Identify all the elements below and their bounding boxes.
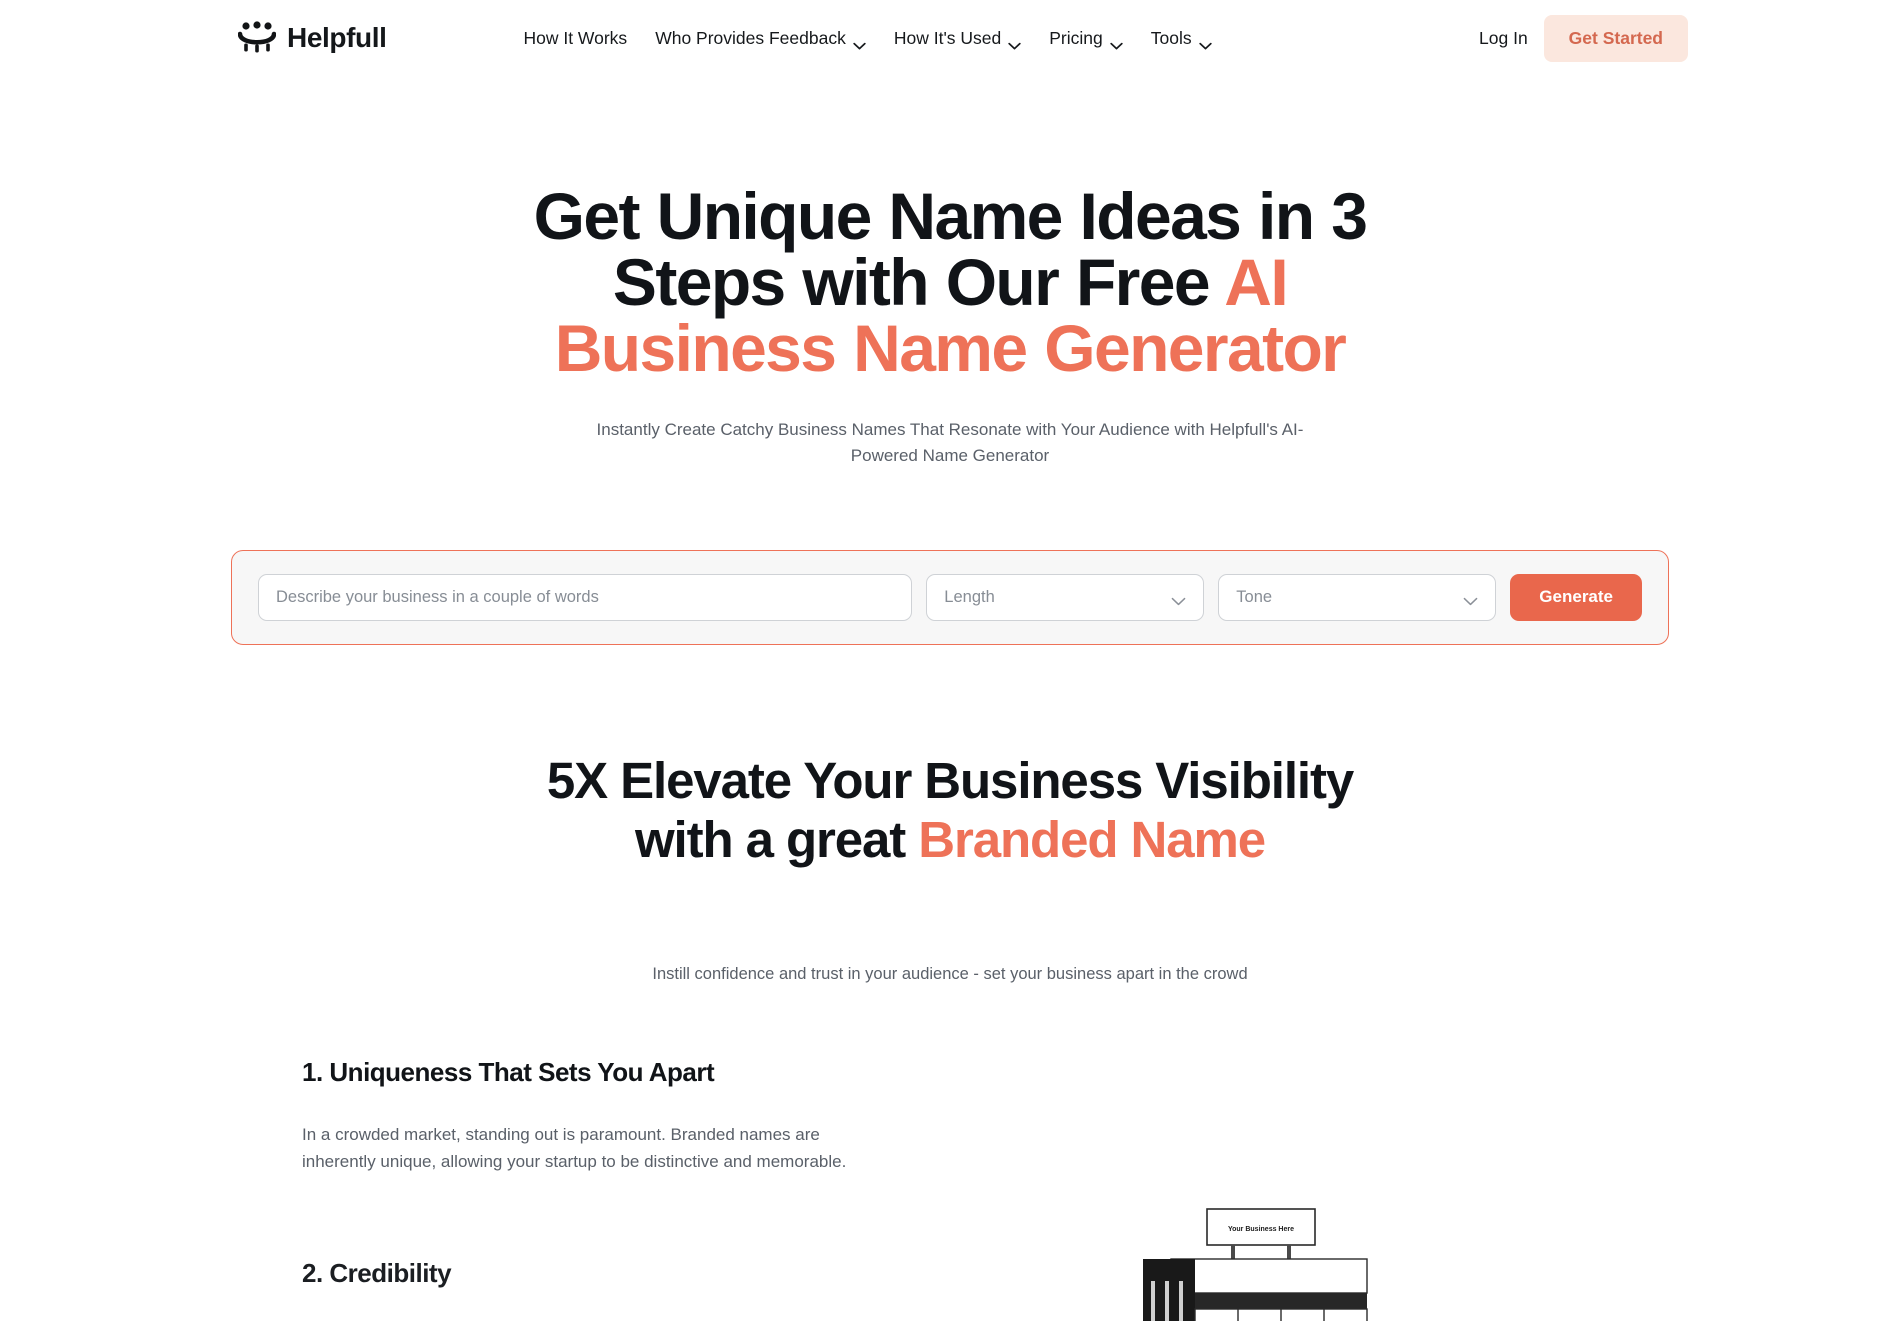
nav-item-how-its-used[interactable]: How It's Used bbox=[893, 27, 1021, 50]
chevron-down-icon bbox=[1198, 34, 1212, 50]
visibility-title-accent: Branded Name bbox=[918, 810, 1266, 868]
hero-section: Get Unique Name Ideas in 3 Steps with Ou… bbox=[0, 76, 1900, 470]
benefit-body-1: In a crowded market, standing out is par… bbox=[302, 1125, 847, 1171]
brand-logo[interactable]: Helpfull bbox=[237, 21, 387, 55]
tone-select-label: Tone bbox=[1236, 587, 1273, 606]
nav-item-pricing[interactable]: Pricing bbox=[1049, 27, 1123, 50]
nav-item-tools[interactable]: Tools bbox=[1150, 27, 1212, 50]
generate-button[interactable]: Generate bbox=[1510, 573, 1642, 621]
nav-label: How It's Used bbox=[893, 27, 1002, 48]
header-actions: Log In Get Started bbox=[1479, 14, 1900, 62]
length-select-label: Length bbox=[944, 587, 995, 606]
page-title: Get Unique Name Ideas in 3 Steps with Ou… bbox=[505, 183, 1395, 381]
nav-label: Who Provides Feedback bbox=[655, 27, 846, 48]
site-header: Helpfull How It Works Who Provides Feedb… bbox=[0, 0, 1900, 76]
helpfull-logo-icon bbox=[237, 21, 277, 55]
benefit-heading-2: 2. Credibility bbox=[302, 1257, 452, 1288]
benefits-text-column: 1. Uniqueness That Sets You Apart In a c… bbox=[302, 1057, 882, 1289]
chevron-down-icon bbox=[1008, 34, 1021, 50]
storefront-illustration: Your Business Here bbox=[1111, 1207, 1411, 1321]
main-navigation: How It Works Who Provides Feedback How I… bbox=[523, 27, 1212, 50]
illustration-column: Your Business Here bbox=[922, 1057, 1600, 1321]
chevron-down-icon bbox=[853, 34, 866, 50]
nav-label: Tools bbox=[1150, 27, 1192, 48]
chevron-down-icon bbox=[1463, 593, 1478, 605]
brand-name: Helpfull bbox=[287, 22, 387, 53]
nav-label: How It Works bbox=[523, 27, 628, 48]
visibility-title: 5X Elevate Your Business Visibility with… bbox=[500, 751, 1400, 869]
visibility-section: 5X Elevate Your Business Visibility with… bbox=[0, 751, 1900, 984]
login-link[interactable]: Log In bbox=[1479, 28, 1528, 49]
name-generator-form: Length Tone Generate bbox=[231, 549, 1669, 645]
nav-label: Pricing bbox=[1049, 27, 1103, 48]
chevron-down-icon bbox=[1110, 34, 1123, 50]
visibility-tagline: Instill confidence and trust in your aud… bbox=[652, 965, 1248, 983]
nav-item-who-provides-feedback[interactable]: Who Provides Feedback bbox=[655, 27, 866, 50]
hero-subtitle: Instantly Create Catchy Business Names T… bbox=[596, 420, 1304, 466]
benefit-heading-1: 1. Uniqueness That Sets You Apart bbox=[302, 1057, 715, 1087]
length-select[interactable]: Length bbox=[926, 573, 1205, 621]
chevron-down-icon bbox=[1171, 593, 1186, 605]
business-description-input[interactable] bbox=[258, 573, 913, 621]
benefits-section: 1. Uniqueness That Sets You Apart In a c… bbox=[0, 1057, 1900, 1321]
get-started-button[interactable]: Get Started bbox=[1543, 14, 1688, 62]
storefront-sign-text: Your Business Here bbox=[1228, 1226, 1294, 1233]
nav-item-how-it-works[interactable]: How It Works bbox=[523, 28, 627, 49]
tone-select[interactable]: Tone bbox=[1218, 573, 1497, 621]
